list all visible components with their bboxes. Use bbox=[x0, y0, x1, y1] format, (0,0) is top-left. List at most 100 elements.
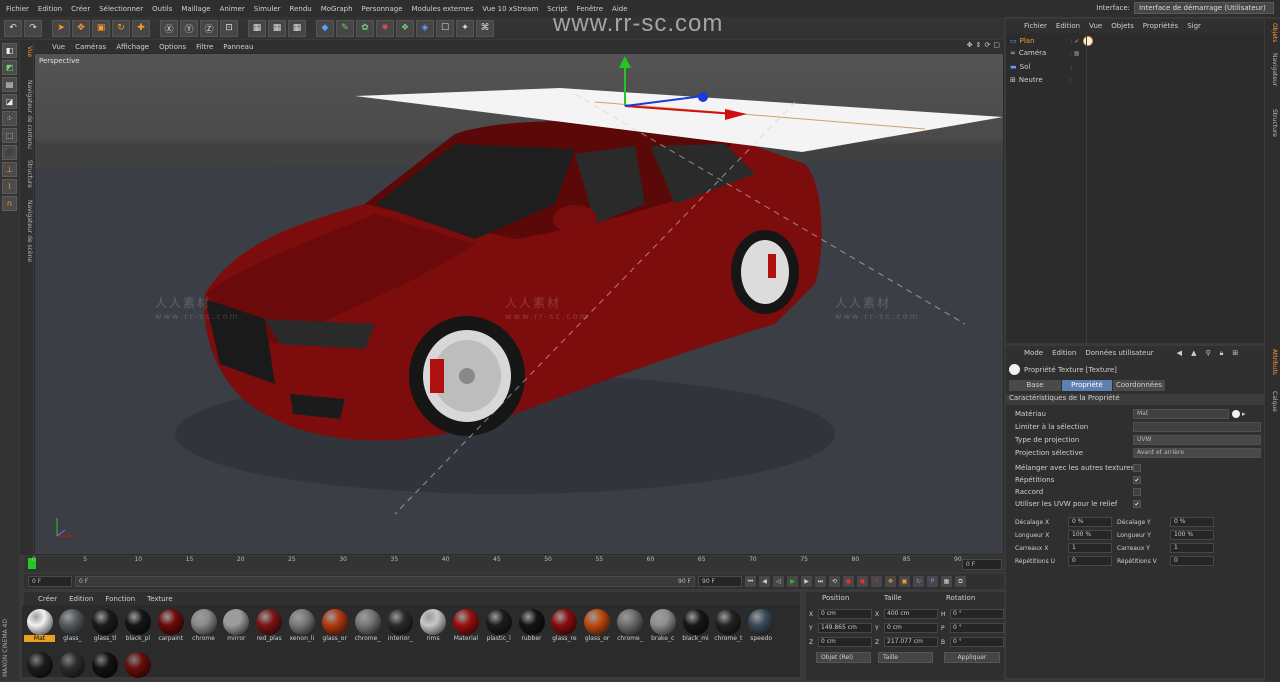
render-picture-icon[interactable]: ▦ bbox=[268, 19, 286, 37]
material-swatch[interactable] bbox=[57, 650, 88, 678]
material-swatch[interactable]: black_mi bbox=[680, 607, 711, 648]
menu-fichier[interactable]: Fichier bbox=[6, 5, 29, 13]
key-param-icon[interactable]: P bbox=[927, 576, 938, 587]
menu-edition[interactable]: Edition bbox=[38, 5, 62, 13]
key-pla-icon[interactable]: ▦ bbox=[941, 576, 952, 587]
material-swatch[interactable]: interior_ bbox=[385, 607, 416, 648]
play-icon[interactable]: ▶ bbox=[787, 576, 798, 587]
vp-menu-panneau[interactable]: Panneau bbox=[223, 43, 253, 51]
tiles-y-field[interactable]: 1 bbox=[1170, 543, 1214, 553]
add-icon[interactable]: ✚ bbox=[132, 19, 150, 37]
visibility-dots-icon[interactable]: : bbox=[1070, 77, 1072, 84]
om-menu-signets[interactable]: Sigr bbox=[1187, 22, 1201, 30]
up-arrow-icon[interactable]: ▲ bbox=[1191, 349, 1196, 357]
menu-modules[interactable]: Modules externes bbox=[412, 5, 474, 13]
length-y-field[interactable]: 100 % bbox=[1170, 530, 1214, 540]
viewport-3d[interactable]: Perspective 人人素材 www.rr-sc.com 人人素材 www.… bbox=[34, 53, 1004, 555]
material-swatch[interactable]: glass_re bbox=[549, 607, 580, 648]
tab-coordonnees[interactable]: Coordonnées bbox=[1113, 380, 1165, 391]
material-swatch[interactable]: Mat bbox=[24, 607, 55, 648]
left-tab-content-browser[interactable]: Navigateur de contenu bbox=[22, 80, 33, 149]
material-swatch[interactable]: Material bbox=[450, 607, 481, 648]
menu-personnage[interactable]: Personnage bbox=[362, 5, 403, 13]
render-view-icon[interactable]: ▦ bbox=[248, 19, 266, 37]
loop-icon[interactable]: ⟲ bbox=[829, 576, 840, 587]
vp-menu-affichage[interactable]: Affichage bbox=[116, 43, 149, 51]
am-menu-donnees[interactable]: Données utilisateur bbox=[1085, 349, 1153, 357]
material-swatch[interactable]: mirror bbox=[221, 607, 252, 648]
pan-icon[interactable]: ✥ bbox=[967, 41, 973, 49]
material-swatch[interactable]: glass_ bbox=[57, 607, 88, 648]
material-swatch[interactable]: rims bbox=[418, 607, 449, 648]
right-tab-calque[interactable]: Calque bbox=[1267, 391, 1278, 412]
om-menu-vue[interactable]: Vue bbox=[1089, 22, 1102, 30]
visibility-dots-icon[interactable]: : ▦ bbox=[1070, 50, 1080, 57]
current-frame-field[interactable]: 0 F bbox=[962, 559, 1002, 570]
material-swatch[interactable] bbox=[24, 650, 55, 678]
am-menu-edition[interactable]: Edition bbox=[1052, 349, 1076, 357]
position-z-field[interactable]: 0 cm bbox=[818, 637, 872, 647]
texture-tag-icon[interactable] bbox=[1082, 36, 1093, 46]
object-row-plan[interactable]: ▭ Plan : ✔ bbox=[1010, 36, 1093, 46]
key-pos-icon[interactable]: ✥ bbox=[885, 576, 896, 587]
tiles-x-field[interactable]: 1 bbox=[1068, 543, 1112, 553]
material-swatch[interactable]: chrome_t bbox=[713, 607, 744, 648]
material-swatch[interactable]: glass_or bbox=[582, 607, 613, 648]
back-arrow-icon[interactable]: ◀ bbox=[1177, 349, 1182, 357]
selection-field[interactable] bbox=[1133, 422, 1261, 432]
material-swatch[interactable]: speedo bbox=[746, 607, 777, 648]
material-swatch[interactable]: xenon_li bbox=[286, 607, 317, 648]
spline-icon[interactable]: ✎ bbox=[336, 19, 354, 37]
offset-y-field[interactable]: 0 % bbox=[1170, 517, 1214, 527]
menu-vue-xstream[interactable]: Vue 10 xStream bbox=[482, 5, 538, 13]
play-back-icon[interactable]: ◁ bbox=[773, 576, 784, 587]
om-menu-edition[interactable]: Edition bbox=[1056, 22, 1080, 30]
zoom-icon[interactable]: ⇕ bbox=[976, 41, 982, 49]
select-arrow-icon[interactable]: ➤ bbox=[52, 19, 70, 37]
mat-menu-fonction[interactable]: Fonction bbox=[105, 595, 135, 603]
record-icon[interactable]: ● bbox=[843, 576, 854, 587]
mat-menu-texture[interactable]: Texture bbox=[147, 595, 173, 603]
tweak-mode-icon[interactable]: ⌇ bbox=[2, 179, 17, 194]
material-swatch[interactable]: brake_c bbox=[647, 607, 678, 648]
cube-icon[interactable]: ◆ bbox=[316, 19, 334, 37]
size-z-field[interactable]: 217.077 cm bbox=[884, 637, 938, 647]
rotate-icon[interactable]: ↻ bbox=[112, 19, 130, 37]
interface-select[interactable]: Interface de démarrage (Utilisateur) bbox=[1134, 2, 1274, 14]
menu-rendu[interactable]: Rendu bbox=[290, 5, 312, 13]
mix-checkbox[interactable] bbox=[1133, 464, 1141, 472]
material-swatch[interactable]: chrome bbox=[188, 607, 219, 648]
material-arrow-icon[interactable]: ▸ bbox=[1242, 410, 1246, 418]
visibility-dots-icon[interactable]: : bbox=[1071, 64, 1073, 71]
right-tab-structure[interactable]: Structure bbox=[1267, 109, 1278, 137]
menu-outils[interactable]: Outils bbox=[152, 5, 172, 13]
axis-mode-icon[interactable]: ⊥ bbox=[2, 162, 17, 177]
y-axis-icon[interactable]: Ⓨ bbox=[180, 19, 198, 37]
polygons-mode-icon[interactable]: ⬛ bbox=[2, 145, 17, 160]
left-tab-scene-browser[interactable]: Navigateur de scène bbox=[22, 200, 33, 262]
material-swatch[interactable]: glass_or bbox=[319, 607, 350, 648]
menu-animer[interactable]: Animer bbox=[220, 5, 245, 13]
make-editable-icon[interactable]: ◧ bbox=[2, 43, 17, 58]
material-swatch[interactable] bbox=[90, 650, 121, 678]
points-mode-icon[interactable]: ⁘ bbox=[2, 111, 17, 126]
material-swatch[interactable] bbox=[122, 650, 153, 678]
end-frame-field[interactable]: 90 F bbox=[698, 576, 742, 587]
length-x-field[interactable]: 100 % bbox=[1068, 530, 1112, 540]
deformer-icon[interactable]: ❖ bbox=[396, 19, 414, 37]
mat-menu-creer[interactable]: Créer bbox=[38, 595, 57, 603]
menu-simuler[interactable]: Simuler bbox=[254, 5, 281, 13]
vp-menu-options[interactable]: Options bbox=[159, 43, 186, 51]
autokey-icon[interactable]: ● bbox=[857, 576, 868, 587]
material-swatch[interactable]: chrome_ bbox=[614, 607, 645, 648]
material-swatch[interactable]: chrome_ bbox=[352, 607, 383, 648]
vp-menu-filtre[interactable]: Filtre bbox=[196, 43, 213, 51]
scale-icon[interactable]: ▣ bbox=[92, 19, 110, 37]
am-menu-mode[interactable]: Mode bbox=[1024, 349, 1043, 357]
right-tab-objets[interactable]: Objets bbox=[1267, 23, 1278, 42]
python-icon[interactable]: ⌘ bbox=[476, 19, 494, 37]
maximize-icon[interactable]: ▢ bbox=[993, 41, 1000, 49]
material-swatch[interactable]: carpaint bbox=[155, 607, 186, 648]
timeline-ruler[interactable]: 0 5 10 15 20 25 30 35 40 45 50 55 60 65 70 75 80 85 90 0 F bbox=[24, 556, 1004, 572]
material-swatch[interactable]: rubber bbox=[516, 607, 547, 648]
